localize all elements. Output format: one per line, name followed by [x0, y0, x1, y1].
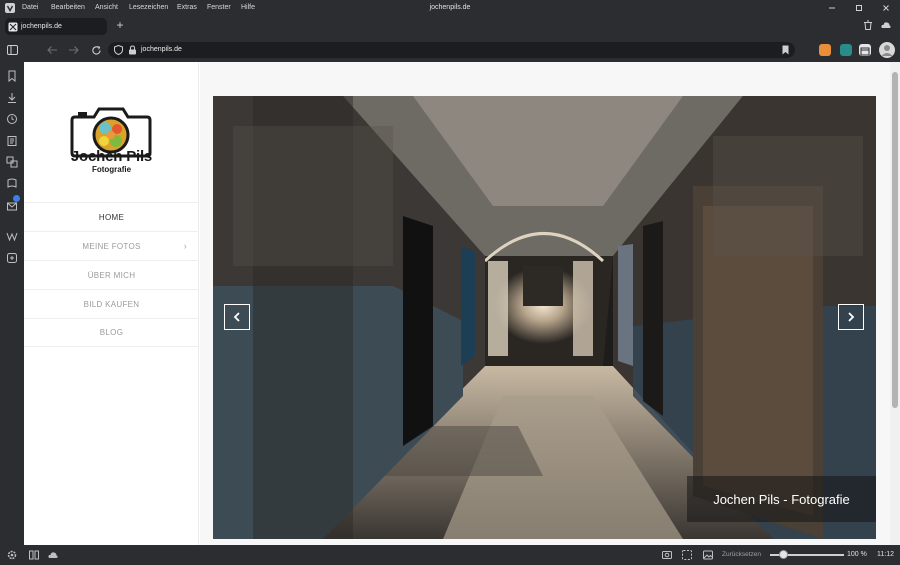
scrollbar-thumb[interactable] [892, 72, 898, 408]
menu-ansicht[interactable]: Ansicht [95, 4, 118, 11]
calendar-icon[interactable] [859, 44, 871, 56]
forward-button[interactable] [67, 43, 81, 57]
minimize-icon [829, 7, 835, 9]
nav-meine-fotos-label: MEINE FOTOS [82, 241, 141, 251]
nav-blog[interactable]: BLOG [24, 318, 199, 347]
notification-badge [13, 195, 20, 202]
clock-time: 11:12 [877, 551, 894, 558]
menu-lesezeichen[interactable]: Lesezeichen [129, 4, 168, 11]
bookmark-icon[interactable] [781, 45, 790, 55]
history-icon[interactable] [6, 113, 18, 125]
calendar-grid-icon [860, 47, 870, 56]
slider-photo [213, 96, 876, 539]
slider-next-button[interactable] [838, 304, 864, 330]
tracker-shield-icon[interactable] [114, 45, 123, 55]
chevron-right-icon [848, 312, 855, 322]
brand-name[interactable]: Jochen Pils [54, 148, 169, 165]
add-panel-icon[interactable] [6, 252, 18, 264]
extension-1-icon[interactable] [819, 44, 831, 56]
vivaldi-logo-icon[interactable] [5, 3, 15, 13]
zoom-level: 100 % [847, 551, 867, 558]
url-text[interactable]: jochenpils.de [141, 46, 182, 53]
bookmarks-panel-icon[interactable] [6, 70, 18, 82]
zoom-slider-handle[interactable] [779, 550, 788, 559]
reading-list-icon[interactable] [6, 177, 18, 189]
menu-datei[interactable]: Datei [22, 4, 38, 11]
site-favicon-icon [8, 22, 18, 32]
slider-prev-button[interactable] [224, 304, 250, 330]
lock-icon[interactable] [128, 45, 137, 55]
tab-bar: jochenpils.de + [0, 16, 900, 38]
menu-bar: Datei Bearbeiten Ansicht Lesezeichen Ext… [0, 0, 900, 16]
nav-meine-fotos[interactable]: MEINE FOTOS › [24, 231, 199, 260]
chevron-left-icon [233, 312, 240, 322]
nav-bild-kaufen[interactable]: BILD KAUFEN [24, 289, 199, 318]
toggle-panel-button[interactable] [5, 43, 19, 57]
user-avatar-icon [881, 45, 893, 56]
tab-title: jochenpils.de [21, 23, 62, 30]
reload-button[interactable] [89, 43, 103, 57]
side-panel [0, 62, 24, 545]
minimize-button[interactable] [825, 2, 839, 14]
page-actions-icon[interactable] [681, 549, 693, 561]
sync-cloud-icon[interactable] [880, 19, 892, 31]
nav-bild-kaufen-label: BILD KAUFEN [83, 299, 140, 309]
maximize-button[interactable] [852, 2, 866, 14]
tab-jochenpils[interactable]: jochenpils.de [5, 18, 107, 35]
back-button[interactable] [45, 43, 59, 57]
address-field[interactable] [108, 42, 795, 58]
menu-fenster[interactable]: Fenster [207, 4, 231, 11]
wikipedia-icon[interactable] [6, 230, 18, 242]
slider-caption: Jochen Pils - Fotografie [713, 492, 850, 507]
close-window-button[interactable] [879, 2, 893, 14]
extension-2-icon[interactable] [840, 44, 852, 56]
panel-toggle-icon [6, 45, 18, 55]
translate-icon[interactable] [6, 156, 18, 168]
menu-bearbeiten[interactable]: Bearbeiten [51, 4, 85, 11]
reload-icon [91, 45, 101, 55]
site-sidebar: Jochen Pils Fotografie HOME MEINE FOTOS … [24, 62, 199, 545]
menu-extras[interactable]: Extras [177, 4, 197, 11]
profile-avatar[interactable] [879, 42, 895, 58]
menu-hilfe[interactable]: Hilfe [241, 4, 255, 11]
nav-ueber-mich-label: ÜBER MICH [87, 270, 136, 280]
settings-gear-icon[interactable] [6, 549, 18, 561]
nav-home-label: HOME [98, 212, 125, 222]
status-bar [0, 545, 900, 565]
arrow-left-icon [47, 46, 57, 54]
hero-slider[interactable]: Jochen Pils - Fotografie [213, 96, 876, 539]
zoom-reset-label[interactable]: Zurücksetzen [722, 551, 761, 558]
chevron-right-icon: › [183, 241, 187, 251]
brand-subtitle: Fotografie [91, 165, 132, 174]
plus-icon: + [116, 18, 124, 32]
arrow-right-icon [69, 46, 79, 54]
notes-icon[interactable] [6, 135, 18, 147]
nav-ueber-mich[interactable]: ÜBER MICH [24, 260, 199, 289]
image-toggle-icon[interactable] [702, 549, 714, 561]
sync-status-cloud-icon[interactable] [47, 549, 59, 561]
mail-panel-button[interactable] [6, 195, 20, 211]
downloads-icon[interactable] [6, 92, 18, 104]
web-content: Jochen Pils Fotografie HOME MEINE FOTOS … [24, 62, 900, 545]
close-icon [883, 5, 889, 11]
nav-blog-label: BLOG [99, 328, 124, 337]
trash-icon[interactable] [862, 19, 874, 31]
tab-tiling-icon[interactable] [28, 549, 40, 561]
window-title: jochenpils.de [429, 4, 471, 11]
new-tab-button[interactable]: + [113, 18, 127, 32]
nav-home[interactable]: HOME [24, 202, 199, 231]
capture-icon[interactable] [661, 549, 673, 561]
maximize-icon [856, 5, 862, 11]
